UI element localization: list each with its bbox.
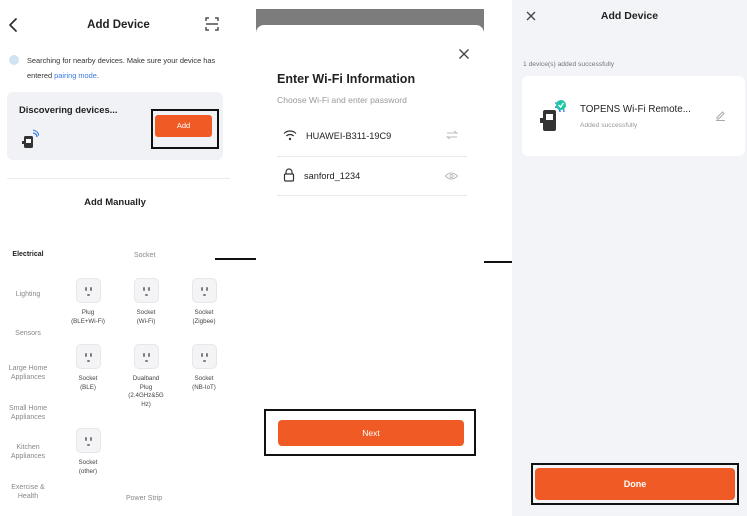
- category-large-home-appliances[interactable]: Large Home Appliances: [2, 364, 54, 382]
- page-title: Add Device: [600, 10, 659, 22]
- socket-icon: [133, 344, 159, 369]
- socket-icon: [133, 278, 159, 303]
- socket-icon: [191, 278, 217, 303]
- ssid-field[interactable]: HUAWEI-B311-19C9: [306, 131, 391, 141]
- added-count-text: 1 device(s) added successfully: [523, 61, 615, 68]
- divider: [277, 195, 467, 196]
- search-hint: Searching for nearby devices. Make sure …: [27, 53, 227, 83]
- device-status: Added successfully: [580, 122, 638, 129]
- info-icon: [9, 55, 19, 65]
- device-tile[interactable]: Socket (Zigbee): [174, 278, 234, 326]
- device-label: Socket (Zigbee): [192, 309, 216, 325]
- hint-suffix: .: [96, 71, 99, 80]
- device-label: Socket (BLE): [78, 375, 98, 391]
- device-label: Socket (Wi-Fi): [136, 309, 156, 325]
- done-button[interactable]: Done: [535, 468, 735, 500]
- close-icon[interactable]: [458, 48, 470, 60]
- scan-icon[interactable]: [205, 17, 219, 31]
- device-tile[interactable]: Socket (Wi-Fi): [116, 278, 176, 326]
- device-name: TOPENS Wi-Fi Remote...: [580, 104, 691, 115]
- device-icon: [540, 100, 566, 131]
- device-tile[interactable]: Socket (NB-IoT): [174, 344, 234, 392]
- lock-icon: [283, 168, 295, 182]
- device-label: Socket (NB-IoT): [192, 375, 216, 391]
- device-label: Socket (other): [78, 459, 98, 475]
- page-title: Add Device: [87, 19, 150, 31]
- device-tile[interactable]: Socket (BLE): [58, 344, 118, 392]
- edit-icon[interactable]: [715, 110, 726, 121]
- device-tile[interactable]: Dualband Plug (2.4GHz&5G Hz): [116, 344, 176, 409]
- category-sensors[interactable]: Sensors: [2, 329, 54, 338]
- password-field[interactable]: sanford_1234: [304, 171, 360, 181]
- sheet-subtitle: Choose Wi-Fi and enter password: [277, 95, 407, 105]
- category-electrical[interactable]: Electrical: [2, 250, 54, 259]
- category-lighting[interactable]: Lighting: [2, 290, 54, 299]
- discovering-label: Discovering devices...: [19, 104, 118, 115]
- socket-icon: [75, 278, 101, 303]
- device-label: Dualband Plug (2.4GHz&5G Hz): [128, 375, 164, 408]
- divider: [7, 178, 230, 179]
- socket-icon: [75, 344, 101, 369]
- device-tile[interactable]: Plug (BLE+Wi-Fi): [58, 278, 118, 326]
- add-device-screen: Add Device Searching for nearby devices.…: [0, 0, 237, 516]
- pairing-mode-link[interactable]: pairing mode: [54, 71, 97, 80]
- added-device-card[interactable]: TOPENS Wi-Fi Remote... Added successfull…: [522, 76, 745, 156]
- add-button[interactable]: Add: [155, 115, 212, 137]
- wifi-info-screen: Enter Wi-Fi Information Choose Wi-Fi and…: [256, 9, 484, 516]
- device-tile[interactable]: Socket (other): [58, 428, 118, 476]
- device-added-screen: Add Device 1 device(s) added successfull…: [512, 0, 747, 516]
- socket-icon: [75, 428, 101, 453]
- category-exercise-health[interactable]: Exercise & Health: [2, 483, 54, 501]
- device-label: Plug (BLE+Wi-Fi): [71, 309, 105, 325]
- section-socket: Socket: [134, 252, 156, 259]
- check-badge-icon: [556, 100, 566, 110]
- sheet-title: Enter Wi-Fi Information: [277, 72, 416, 86]
- eye-icon[interactable]: [445, 172, 458, 180]
- next-button[interactable]: Next: [278, 420, 464, 446]
- wifi-icon: [283, 130, 297, 141]
- category-kitchen-appliances[interactable]: Kitchen Appliances: [2, 443, 54, 461]
- switch-network-icon[interactable]: [446, 130, 458, 140]
- section-power-strip: Power Strip: [126, 495, 163, 502]
- socket-icon: [191, 344, 217, 369]
- device-icon: [22, 129, 39, 148]
- add-manually-title: Add Manually: [84, 197, 146, 208]
- category-small-home-appliances[interactable]: Small Home Appliances: [2, 404, 54, 422]
- divider: [277, 156, 467, 157]
